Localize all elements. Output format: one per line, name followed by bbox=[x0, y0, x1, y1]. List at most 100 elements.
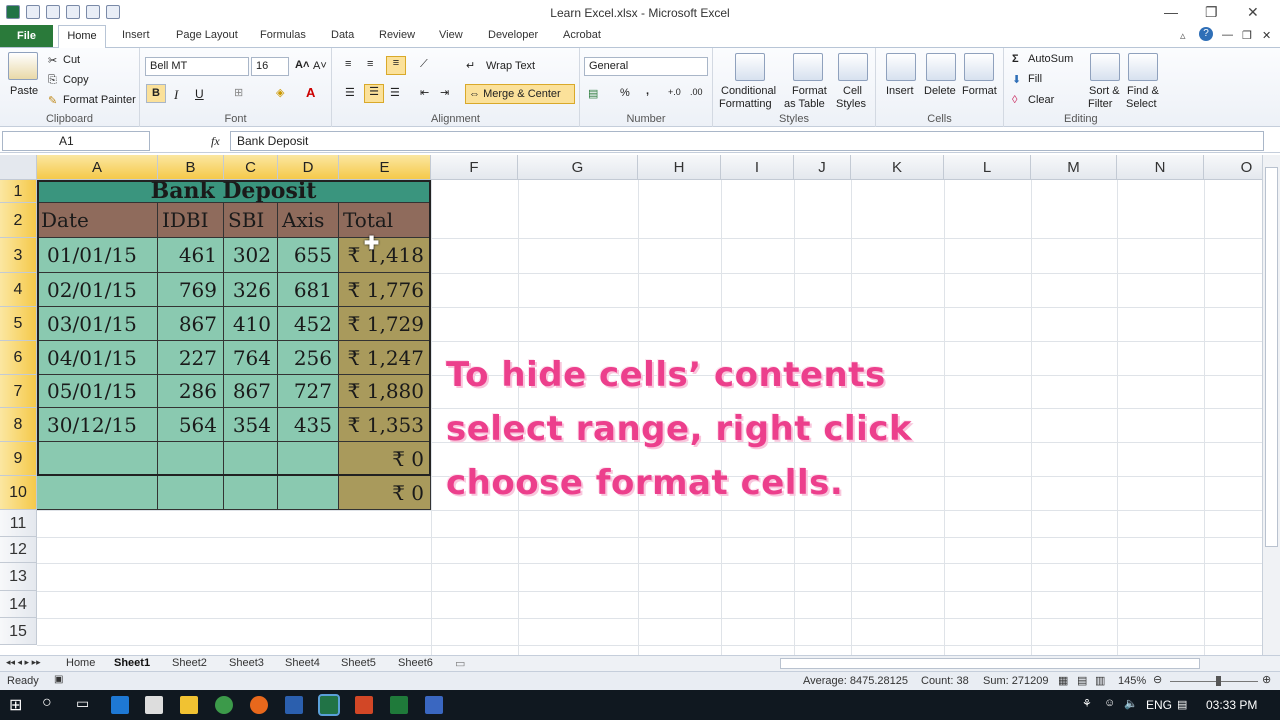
table-cell[interactable]: ₹ 1,729 bbox=[339, 307, 431, 341]
find-select-label-1[interactable]: Find & bbox=[1127, 85, 1159, 97]
chrome-icon[interactable] bbox=[215, 696, 233, 714]
insert-sheet-icon[interactable]: ▭ bbox=[455, 657, 465, 670]
format-as-table-label-1[interactable]: Format bbox=[792, 85, 827, 97]
align-left-icon[interactable]: ☰ bbox=[345, 86, 355, 99]
page-break-view-icon[interactable]: ▥ bbox=[1095, 674, 1105, 687]
sheet-tab[interactable]: Sheet3 bbox=[229, 657, 264, 669]
cut-icon[interactable]: ✂ bbox=[48, 54, 57, 67]
page-layout-view-icon[interactable]: ▤ bbox=[1077, 674, 1087, 687]
cell-styles-icon[interactable] bbox=[838, 53, 868, 81]
excel-taskbar-icon[interactable] bbox=[318, 694, 340, 716]
column-header[interactable]: A bbox=[37, 155, 158, 180]
table-cell[interactable]: ₹ 0 bbox=[339, 442, 431, 476]
comma-button[interactable]: , bbox=[646, 85, 649, 97]
edge-browser-icon[interactable] bbox=[111, 696, 129, 714]
row-header[interactable]: 8 bbox=[0, 408, 37, 442]
column-header[interactable]: G bbox=[518, 155, 638, 180]
format-as-table-label-2[interactable]: as Table bbox=[784, 98, 825, 110]
store-icon[interactable] bbox=[145, 696, 163, 714]
shrink-font-icon[interactable]: A˅ bbox=[313, 60, 327, 72]
table-cell[interactable]: 04/01/15 bbox=[37, 341, 158, 375]
table-cell[interactable]: 227 bbox=[158, 341, 224, 375]
table-cell[interactable]: 256 bbox=[278, 341, 339, 375]
tab-home[interactable]: Home bbox=[58, 25, 106, 48]
merge-center-button[interactable]: ⇔ Merge & Center bbox=[465, 84, 575, 104]
powerpoint-icon[interactable] bbox=[355, 696, 373, 714]
column-header[interactable]: K bbox=[851, 155, 944, 180]
cut-button[interactable]: Cut bbox=[63, 54, 80, 66]
decrease-indent-icon[interactable]: ⇤ bbox=[420, 86, 429, 99]
paste-button[interactable]: Paste bbox=[10, 85, 38, 97]
normal-view-icon[interactable]: ▦ bbox=[1058, 674, 1068, 687]
tab-file[interactable]: File bbox=[0, 25, 53, 47]
file-explorer-icon[interactable] bbox=[180, 696, 198, 714]
table-cell[interactable]: 681 bbox=[278, 273, 339, 307]
sheet-tab[interactable]: Sheet4 bbox=[285, 657, 320, 669]
insert-cells-icon[interactable] bbox=[886, 53, 916, 81]
row-header[interactable]: 11 bbox=[0, 510, 37, 537]
table-cell[interactable] bbox=[37, 476, 158, 510]
conditional-formatting-label-2[interactable]: Formatting bbox=[719, 98, 772, 110]
zoom-level[interactable]: 145% bbox=[1118, 675, 1146, 687]
conditional-formatting-icon[interactable] bbox=[735, 53, 765, 81]
table-cell[interactable]: 326 bbox=[224, 273, 278, 307]
font-size-select[interactable]: 16 bbox=[251, 57, 289, 76]
table-title-cell[interactable]: Bank Deposit bbox=[37, 180, 431, 203]
wrap-text-icon[interactable]: ↵ bbox=[466, 59, 475, 72]
format-as-table-icon[interactable] bbox=[793, 53, 823, 81]
close-icon[interactable]: ✕ bbox=[1247, 4, 1259, 21]
find-select-label-2[interactable]: Select bbox=[1126, 98, 1157, 110]
cell-styles-label-2[interactable]: Styles bbox=[836, 98, 866, 110]
format-painter-icon[interactable]: ✎ bbox=[48, 94, 57, 107]
tab-insert[interactable]: Insert bbox=[122, 29, 150, 41]
tab-view[interactable]: View bbox=[439, 29, 463, 41]
row-header[interactable]: 15 bbox=[0, 618, 37, 645]
zoom-slider-thumb[interactable] bbox=[1216, 676, 1221, 686]
autosum-button[interactable]: AutoSum bbox=[1028, 53, 1073, 65]
volume-icon[interactable]: 🔈 bbox=[1124, 697, 1138, 710]
paste-icon[interactable] bbox=[8, 52, 38, 80]
italic-button[interactable]: I bbox=[174, 87, 178, 103]
table-cell[interactable] bbox=[37, 442, 158, 476]
tab-formulas[interactable]: Formulas bbox=[260, 29, 306, 41]
table-header-cell[interactable]: SBI bbox=[224, 203, 278, 238]
table-cell[interactable]: ₹ 1,880 bbox=[339, 375, 431, 408]
column-header[interactable]: J bbox=[794, 155, 851, 180]
ribbon-minimize-icon[interactable]: ▵ bbox=[1180, 29, 1186, 42]
table-cell[interactable] bbox=[224, 442, 278, 476]
insert-function-icon[interactable]: fx bbox=[211, 134, 220, 149]
table-header-cell[interactable]: Total bbox=[339, 203, 431, 238]
row-header[interactable]: 13 bbox=[0, 563, 37, 591]
restore-icon[interactable]: ❐ bbox=[1205, 4, 1218, 21]
wrap-text-button[interactable]: Wrap Text bbox=[486, 60, 535, 72]
table-cell[interactable] bbox=[158, 476, 224, 510]
table-cell[interactable] bbox=[224, 476, 278, 510]
tab-review[interactable]: Review bbox=[379, 29, 415, 41]
table-cell[interactable]: 302 bbox=[224, 238, 278, 273]
table-cell[interactable]: 867 bbox=[158, 307, 224, 341]
clear-icon[interactable]: ◊ bbox=[1012, 94, 1017, 106]
bold-button[interactable]: B bbox=[146, 84, 166, 103]
table-cell[interactable] bbox=[278, 476, 339, 510]
help-icon[interactable]: ? bbox=[1199, 27, 1213, 41]
row-header[interactable]: 10 bbox=[0, 476, 37, 510]
sheet-tab[interactable]: Sheet2 bbox=[172, 657, 207, 669]
table-cell[interactable]: 30/12/15 bbox=[37, 408, 158, 442]
align-right-icon[interactable]: ☰ bbox=[390, 86, 400, 99]
zoom-slider[interactable] bbox=[1170, 681, 1258, 682]
column-header[interactable]: B bbox=[158, 155, 224, 180]
table-header-cell[interactable]: IDBI bbox=[158, 203, 224, 238]
table-cell[interactable]: ₹ 0 bbox=[339, 476, 431, 510]
font-name-select[interactable]: Bell MT bbox=[145, 57, 249, 76]
orientation-icon[interactable]: ⟋ bbox=[420, 58, 428, 71]
number-format-select[interactable]: General bbox=[584, 57, 708, 76]
row-header[interactable]: 12 bbox=[0, 537, 37, 563]
word-icon[interactable] bbox=[285, 696, 303, 714]
copy-button[interactable]: Copy bbox=[63, 74, 89, 86]
doc-restore-icon[interactable]: ❐ bbox=[1242, 29, 1252, 42]
column-header[interactable]: F bbox=[431, 155, 518, 180]
table-cell[interactable]: 286 bbox=[158, 375, 224, 408]
sort-filter-label-2[interactable]: Filter bbox=[1088, 98, 1112, 110]
column-header[interactable]: O bbox=[1204, 155, 1262, 180]
row-header[interactable]: 9 bbox=[0, 442, 37, 476]
